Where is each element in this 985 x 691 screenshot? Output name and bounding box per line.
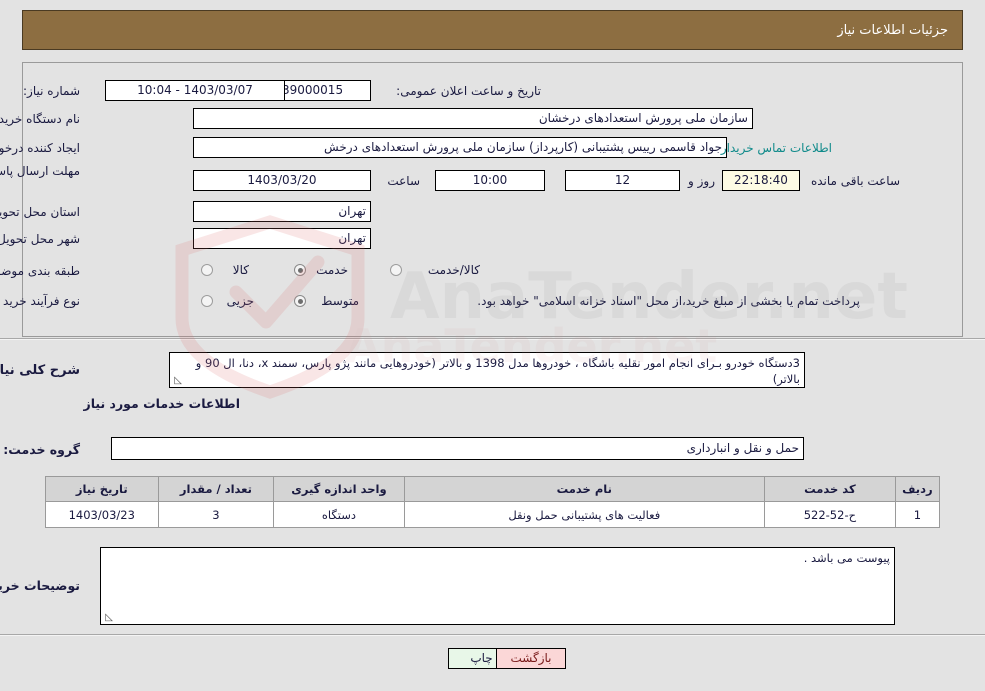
- resize-grip-icon[interactable]: ◺: [172, 376, 182, 386]
- city-label: شهر محل تحویل:: [0, 232, 80, 246]
- category-radio-kala-label: کالا: [232, 263, 249, 277]
- divider-bottom: [0, 634, 985, 636]
- services-table: ردیف کد خدمت نام خدمت واحد اندازه گیری ت…: [45, 476, 941, 528]
- buyer-notes-textarea[interactable]: پیوست می باشد . ◺: [100, 547, 895, 625]
- category-radio-kala-khedmat-label: کالا/خدمت: [427, 263, 480, 277]
- buyer-org-label: نام دستگاه خریدار:: [0, 112, 80, 126]
- city-field[interactable]: تهران: [193, 228, 371, 249]
- category-radio-kala-khedmat[interactable]: [390, 264, 402, 276]
- service-group-field[interactable]: حمل و نقل و انبارداری: [111, 437, 804, 460]
- requester-label: ایجاد کننده درخواست:: [0, 141, 80, 155]
- table-row: 1 ح-52-522 فعالیت های پشتیبانی حمل ونقل …: [45, 501, 941, 528]
- remaining-hours-label: ساعت باقی مانده: [810, 174, 900, 188]
- buyer-notes-text: پیوست می باشد .: [803, 551, 890, 565]
- announce-datetime-field[interactable]: 1403/03/07 - 10:04: [105, 80, 285, 101]
- category-radio-khedmat[interactable]: [294, 264, 306, 276]
- col-radif: ردیف: [894, 476, 941, 502]
- col-name: نام خدمت: [403, 476, 766, 502]
- cell-name: فعالیت های پشتیبانی حمل ونقل: [403, 501, 766, 528]
- page-title: جزئیات اطلاعات نیاز: [837, 23, 948, 38]
- page-header: جزئیات اطلاعات نیاز: [22, 10, 963, 50]
- col-code: کد خدمت: [764, 476, 896, 502]
- cell-unit: دستگاه: [273, 501, 405, 528]
- process-radio-motevaset[interactable]: [294, 295, 306, 307]
- col-date: تاریخ نیاز: [45, 476, 159, 502]
- cell-code: ح-52-522: [764, 501, 896, 528]
- hour-label: ساعت: [387, 174, 420, 188]
- cell-date: 1403/03/23: [45, 501, 159, 528]
- summary-label: شرح کلی نیاز:: [0, 363, 80, 378]
- deadline-time-field[interactable]: 10:00: [435, 170, 545, 191]
- treasury-checkbox-label: پرداخت تمام یا بخشی از مبلغ خرید،از محل …: [477, 294, 860, 308]
- process-radio-jozei[interactable]: [201, 295, 213, 307]
- process-radio-motevaset-label: متوسط: [321, 294, 359, 308]
- col-qty: تعداد / مقدار: [157, 476, 275, 502]
- back-button[interactable]: بازگشت: [496, 648, 566, 669]
- cell-radif: 1: [894, 501, 941, 528]
- service-group-label: گروه خدمت:: [3, 442, 80, 457]
- buyer-notes-label: توضیحات خریدار:: [0, 578, 80, 593]
- requester-field[interactable]: جواد قاسمی رییس پشتیبانی (کارپرداز) سازم…: [193, 137, 727, 158]
- days-label: روز و: [688, 174, 715, 188]
- province-field[interactable]: تهران: [193, 201, 371, 222]
- deadline-date-field[interactable]: 1403/03/20: [193, 170, 371, 191]
- table-header-row: ردیف کد خدمت نام خدمت واحد اندازه گیری ت…: [45, 476, 941, 502]
- buyer-contact-link[interactable]: اطلاعات تماس خریدار: [721, 141, 832, 155]
- category-radio-kala[interactable]: [201, 264, 213, 276]
- col-unit: واحد اندازه گیری: [273, 476, 405, 502]
- remaining-days-field[interactable]: 12: [565, 170, 680, 191]
- category-radio-khedmat-label: خدمت: [316, 263, 348, 277]
- province-label: استان محل تحویل:: [0, 205, 80, 219]
- deadline-label: مهلت ارسال پاسخ: تا تاریخ:: [0, 164, 80, 178]
- resize-grip-icon[interactable]: ◺: [103, 613, 113, 623]
- divider-top: [0, 338, 985, 340]
- countdown-field: 22:18:40: [722, 170, 800, 191]
- process-label: نوع فرآیند خرید :: [0, 294, 80, 308]
- process-radio-jozei-label: جزیی: [226, 294, 254, 308]
- services-section-title: اطلاعات خدمات مورد نیاز: [83, 396, 241, 411]
- summary-text: 3دستگاه خودرو بـرای انجام امور نقلیه باش…: [195, 356, 800, 386]
- buyer-org-field[interactable]: سازمان ملی پرورش استعدادهای درخشان: [193, 108, 753, 129]
- summary-textarea[interactable]: 3دستگاه خودرو بـرای انجام امور نقلیه باش…: [169, 352, 805, 388]
- cell-qty: 3: [157, 501, 275, 528]
- category-label: طبقه بندی موضوعی:: [0, 264, 80, 278]
- announce-datetime-label: تاریخ و ساعت اعلان عمومی:: [396, 84, 541, 98]
- need-number-label: شماره نیاز:: [23, 84, 80, 98]
